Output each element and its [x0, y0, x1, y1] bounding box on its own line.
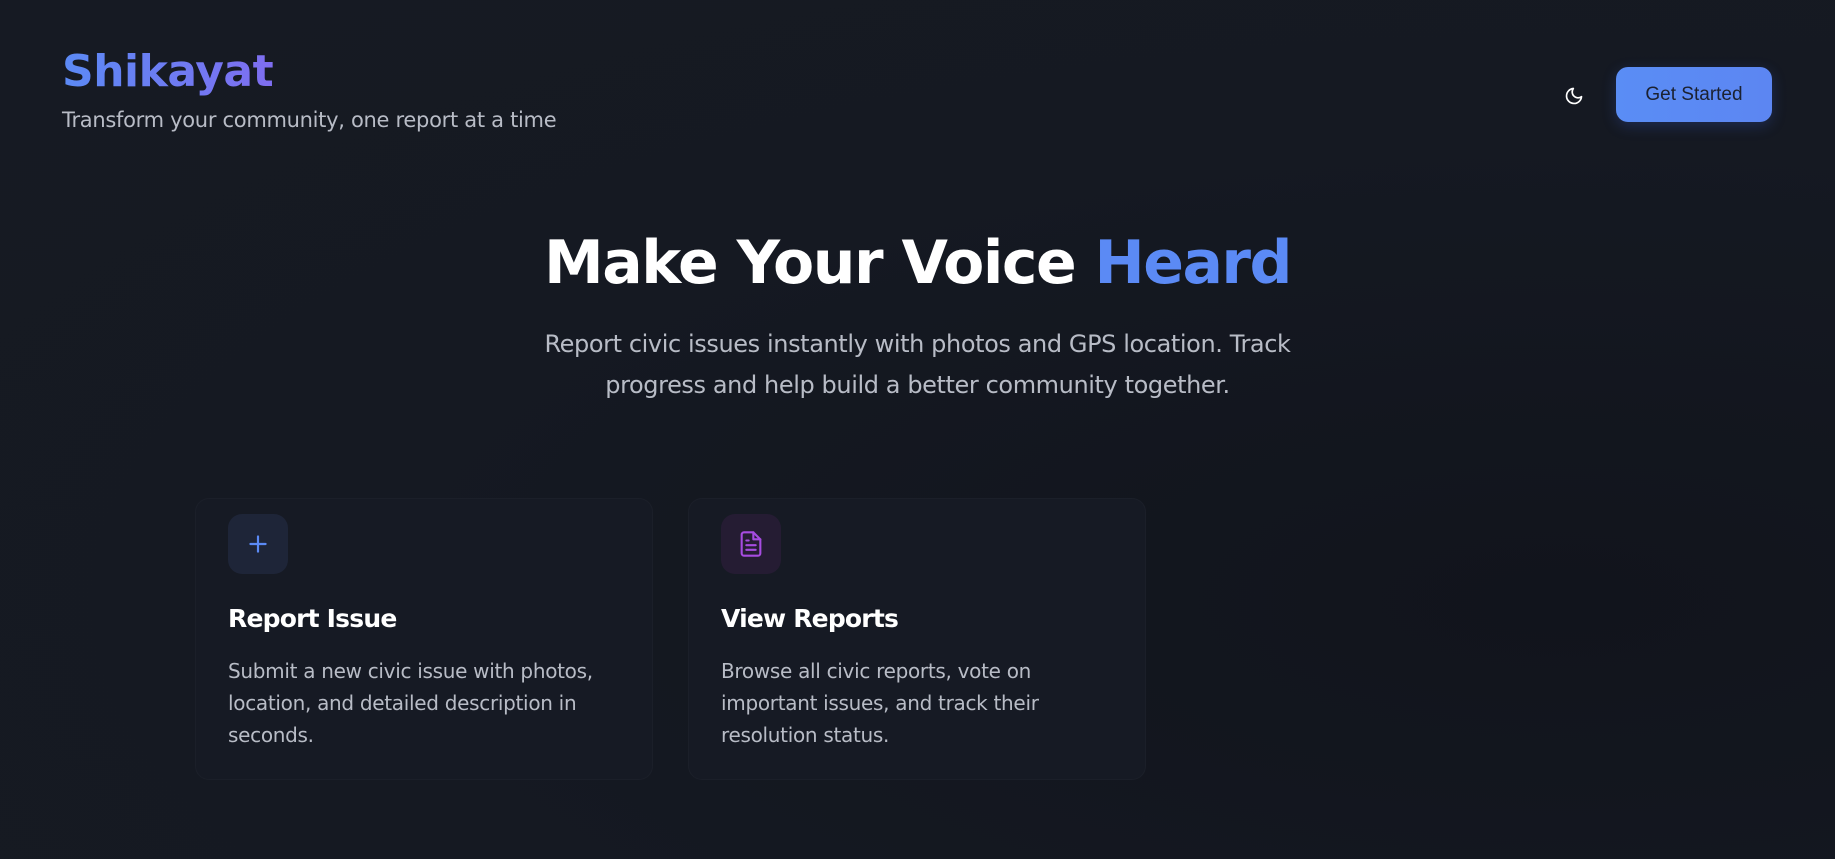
card-title: View Reports: [721, 604, 899, 633]
report-issue-card[interactable]: Report Issue Submit a new civic issue wi…: [195, 498, 653, 780]
plus-icon: [249, 535, 267, 553]
hero-title-main: Make Your Voice: [544, 228, 1095, 298]
brand-block: Shikayat Transform your community, one r…: [62, 44, 557, 132]
landing-page: Shikayat Transform your community, one r…: [0, 0, 1835, 859]
theme-toggle-button[interactable]: [1556, 78, 1592, 114]
hero-title: Make Your Voice Heard: [0, 226, 1835, 300]
hero-subtitle: Report civic issues instantly with photo…: [544, 330, 1291, 399]
report-issue-icon-tile: [228, 514, 288, 574]
view-reports-card[interactable]: View Reports Browse all civic reports, v…: [688, 498, 1146, 780]
brand-logo-text[interactable]: Shikayat: [62, 44, 274, 100]
card-description: Browse all civic reports, vote on import…: [721, 659, 1039, 747]
card-description: Submit a new civic issue with photos, lo…: [228, 659, 593, 747]
view-reports-icon-tile: [721, 514, 781, 574]
moon-icon: [1565, 87, 1583, 105]
hero-title-accent: Heard: [1094, 228, 1293, 298]
brand-tagline: Transform your community, one report at …: [62, 108, 557, 132]
hero-section: Make Your Voice Heard Report civic issue…: [0, 226, 1835, 406]
document-icon: [740, 531, 762, 557]
get-started-button[interactable]: Get Started: [1616, 67, 1772, 122]
card-title: Report Issue: [228, 604, 397, 633]
